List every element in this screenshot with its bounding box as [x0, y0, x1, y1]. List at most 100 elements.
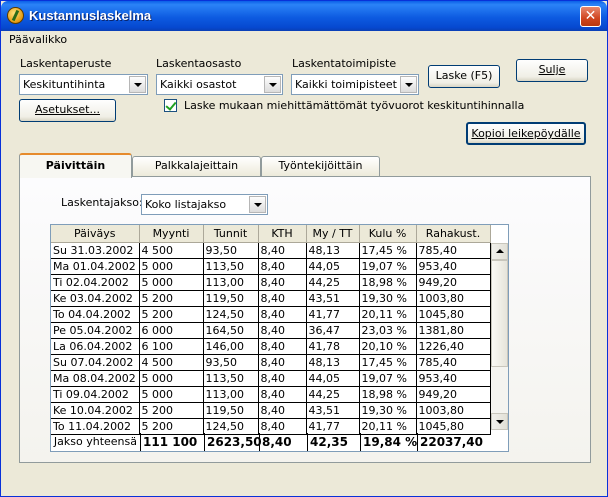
cell-my-tt[interactable]: 44,25	[306, 274, 360, 291]
cell-paivays[interactable]: Ma 08.04.2002	[51, 370, 140, 387]
cell-myynti[interactable]: 5 200	[139, 306, 204, 323]
laskentatoimipiste-combo[interactable]: Kaikki toimipisteet	[291, 74, 419, 95]
table-row[interactable]: Pe 05.04.2002 6 000 164,50 8,40 36,47 23,03 %…	[51, 322, 491, 339]
cell-my-tt[interactable]: 41,77	[306, 418, 360, 435]
cell-rahakust[interactable]: 785,40	[416, 242, 491, 259]
column-header-kth[interactable]: KTH	[258, 225, 307, 243]
column-header-tunnit[interactable]: Tunnit	[203, 225, 259, 243]
cell-kth[interactable]: 8,40	[258, 418, 307, 435]
miehittamattomat-checkbox[interactable]	[164, 99, 177, 112]
cell-paivays[interactable]: Ma 01.04.2002	[51, 258, 140, 275]
laske-button[interactable]: Laske (F5)	[428, 65, 500, 88]
cell-tunnit[interactable]: 93,50	[203, 354, 259, 371]
cell-myynti[interactable]: 5 200	[139, 418, 204, 435]
cell-kth[interactable]: 8,40	[258, 370, 307, 387]
cell-rahakust[interactable]: 785,40	[416, 354, 491, 371]
table-row[interactable]: Ma 01.04.2002 5 000 113,50 8,40 44,05 19,07 %…	[51, 258, 491, 275]
cell-paivays[interactable]: Pe 05.04.2002	[51, 322, 140, 339]
table-row[interactable]: Ke 10.04.2002 5 200 119,50 8,40 43,51 19,30 %…	[51, 402, 491, 419]
cell-myynti[interactable]: 4 500	[139, 354, 204, 371]
cell-kulu[interactable]: 20,11 %	[359, 418, 417, 435]
table-row[interactable]: Ti 09.04.2002 5 000 113,00 8,40 44,25 18,98 %…	[51, 386, 491, 403]
cell-kulu[interactable]: 19,30 %	[359, 402, 417, 419]
cell-kth[interactable]: 8,40	[258, 386, 307, 403]
cell-tunnit[interactable]: 146,00	[203, 338, 259, 355]
cell-kth[interactable]: 8,40	[258, 402, 307, 419]
vertical-scrollbar[interactable]	[491, 243, 508, 430]
chevron-down-icon[interactable]	[264, 76, 281, 93]
cell-rahakust[interactable]: 953,40	[416, 258, 491, 275]
tab-tyontekijoittain[interactable]: Työntekijöittäin	[261, 156, 380, 177]
title-bar[interactable]: Kustannuslaskelma ✕	[1, 1, 607, 31]
chevron-down-icon[interactable]	[400, 76, 417, 93]
cell-tunnit[interactable]: 113,00	[203, 274, 259, 291]
cell-kulu[interactable]: 18,98 %	[359, 274, 417, 291]
cell-rahakust[interactable]: 1003,80	[416, 290, 491, 307]
cell-paivays[interactable]: To 11.04.2002	[51, 418, 140, 435]
kopioi-button[interactable]: Kopioi leikepöydälle	[466, 122, 586, 145]
cell-paivays[interactable]: Su 07.04.2002	[51, 354, 140, 371]
cell-kulu[interactable]: 18,98 %	[359, 386, 417, 403]
cell-kulu[interactable]: 17,45 %	[359, 354, 417, 371]
cell-kth[interactable]: 8,40	[258, 258, 307, 275]
cell-rahakust[interactable]: 949,20	[416, 274, 491, 291]
cell-rahakust[interactable]: 953,40	[416, 370, 491, 387]
table-row[interactable]: Ke 03.04.2002 5 200 119,50 8,40 43,51 19,30 %…	[51, 290, 491, 307]
laskentaperuste-combo[interactable]: Keskituntihinta	[19, 74, 148, 95]
tab-palkkalajeittain[interactable]: Palkkalajeittain	[132, 156, 261, 177]
cell-tunnit[interactable]: 164,50	[203, 322, 259, 339]
cell-my-tt[interactable]: 36,47	[306, 322, 360, 339]
cell-rahakust[interactable]: 1045,80	[416, 306, 491, 323]
cell-kulu[interactable]: 20,10 %	[359, 338, 417, 355]
column-header-kulu[interactable]: Kulu %	[359, 225, 417, 243]
cell-myynti[interactable]: 5 000	[139, 274, 204, 291]
table-row[interactable]: To 04.04.2002 5 200 124,50 8,40 41,77 20,11 %…	[51, 306, 491, 323]
menu-item-paavalikko[interactable]: Päävalikko	[9, 33, 67, 46]
cell-rahakust[interactable]: 1045,80	[416, 418, 491, 435]
cell-my-tt[interactable]: 41,78	[306, 338, 360, 355]
cell-myynti[interactable]: 5 200	[139, 402, 204, 419]
cell-myynti[interactable]: 5 000	[139, 258, 204, 275]
cell-my-tt[interactable]: 41,77	[306, 306, 360, 323]
cell-rahakust[interactable]: 1226,40	[416, 338, 491, 355]
close-button[interactable]: ✕	[580, 6, 601, 27]
cell-tunnit[interactable]: 119,50	[203, 402, 259, 419]
table-row[interactable]: Su 31.03.2002 4 500 93,50 8,40 48,13 17,45 % 7…	[51, 242, 491, 259]
cell-paivays[interactable]: To 04.04.2002	[51, 306, 140, 323]
cell-tunnit[interactable]: 113,00	[203, 386, 259, 403]
table-row[interactable]: Su 07.04.2002 4 500 93,50 8,40 48,13 17,45 % 7…	[51, 354, 491, 371]
cell-paivays[interactable]: Ke 10.04.2002	[51, 402, 140, 419]
cell-rahakust[interactable]: 949,20	[416, 386, 491, 403]
sulje-button[interactable]: Sulje	[516, 59, 588, 82]
table-row[interactable]: To 11.04.2002 5 200 124,50 8,40 41,77 20,11 %…	[51, 418, 491, 435]
cell-tunnit[interactable]: 93,50	[203, 242, 259, 259]
scroll-up-arrow-icon[interactable]	[491, 243, 508, 260]
chevron-down-icon[interactable]	[249, 196, 266, 213]
cell-paivays[interactable]: La 06.04.2002	[51, 338, 140, 355]
cell-paivays[interactable]: Ke 03.04.2002	[51, 290, 140, 307]
cell-paivays[interactable]: Ti 09.04.2002	[51, 386, 140, 403]
cell-tunnit[interactable]: 124,50	[203, 418, 259, 435]
cell-tunnit[interactable]: 124,50	[203, 306, 259, 323]
cell-kulu[interactable]: 20,11 %	[359, 306, 417, 323]
table-row[interactable]: Ti 02.04.2002 5 000 113,00 8,40 44,25 18,98 %…	[51, 274, 491, 291]
cell-kulu[interactable]: 19,30 %	[359, 290, 417, 307]
cell-kth[interactable]: 8,40	[258, 338, 307, 355]
cell-kulu[interactable]: 19,07 %	[359, 370, 417, 387]
cell-tunnit[interactable]: 119,50	[203, 290, 259, 307]
cell-kulu[interactable]: 17,45 %	[359, 242, 417, 259]
cell-kth[interactable]: 8,40	[258, 290, 307, 307]
scrollbar-thumb[interactable]	[491, 260, 508, 367]
cell-kth[interactable]: 8,40	[258, 306, 307, 323]
table-row[interactable]: Ma 08.04.2002 5 000 113,50 8,40 44,05 19,07 %…	[51, 370, 491, 387]
cell-my-tt[interactable]: 44,05	[306, 258, 360, 275]
cell-myynti[interactable]: 6 100	[139, 338, 204, 355]
cell-my-tt[interactable]: 43,51	[306, 290, 360, 307]
cell-myynti[interactable]: 5 000	[139, 386, 204, 403]
cell-paivays[interactable]: Ti 02.04.2002	[51, 274, 140, 291]
cell-my-tt[interactable]: 48,13	[306, 242, 360, 259]
scroll-down-arrow-icon[interactable]	[491, 413, 508, 430]
cell-rahakust[interactable]: 1381,80	[416, 322, 491, 339]
column-header-rahakust[interactable]: Rahakust.	[416, 225, 491, 243]
column-header-myynti[interactable]: Myynti	[139, 225, 204, 243]
